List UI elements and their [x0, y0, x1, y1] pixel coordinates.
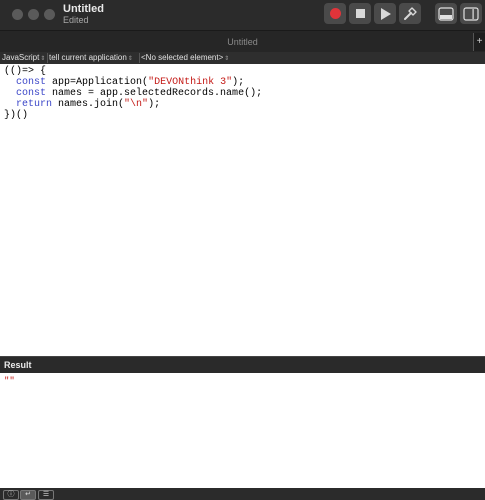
info-icon: ⓘ [7, 491, 15, 498]
play-icon [381, 7, 391, 20]
language-selector[interactable]: JavaScript⇕ [2, 53, 45, 63]
language-label: JavaScript [2, 53, 40, 62]
list-icon: ☰ [42, 491, 50, 498]
run-button[interactable] [374, 3, 396, 24]
target-selector[interactable]: tell current application⇕ [49, 53, 133, 63]
tab-title[interactable]: Untitled [0, 37, 485, 47]
code-line: })() [4, 110, 29, 121]
result-value: "" [4, 376, 15, 386]
code-line: const names = app.selectedRecords.name()… [16, 88, 263, 99]
hammer-icon [404, 6, 417, 20]
close-window-button[interactable] [12, 9, 23, 20]
record-icon [329, 8, 341, 19]
document-status: Edited [63, 15, 89, 25]
info-view-button[interactable]: ⓘ [3, 490, 19, 500]
compile-button[interactable] [399, 3, 421, 24]
log-view-button[interactable]: ☰ [38, 490, 54, 500]
code-area[interactable]: (()=> { const app=Application("DEVONthin… [4, 66, 481, 121]
code-line: (()=> { [4, 66, 47, 77]
show-log-button[interactable] [435, 3, 457, 24]
add-tab-button[interactable]: + [473, 33, 485, 51]
code-line: return names.join("\n"); [16, 99, 161, 110]
result-pane[interactable]: "" [0, 373, 485, 488]
panel-bottom-icon [438, 6, 454, 21]
code-line: const app=Application("DEVONthink 3"); [16, 77, 245, 88]
stop-button[interactable] [349, 3, 371, 24]
navigation-bar: JavaScript⇕ tell current application⇕ <N… [0, 52, 485, 64]
divider [47, 53, 48, 63]
panel-right-icon [463, 6, 479, 21]
element-selector[interactable]: <No selected element>⇕ [141, 53, 229, 63]
bottom-bar: ⓘ ↵ ☰ [0, 488, 485, 500]
result-header: Result [0, 356, 485, 373]
element-label: <No selected element> [141, 53, 224, 62]
result-title: Result [4, 360, 32, 370]
zoom-window-button[interactable] [44, 9, 55, 20]
script-editor[interactable]: (()=> { const app=Application("DEVONthin… [0, 64, 485, 356]
result-view-button[interactable]: ↵ [20, 490, 36, 500]
stop-icon [355, 9, 365, 18]
target-label: tell current application [49, 53, 127, 62]
chevron-updown-icon: ⇕ [127, 56, 133, 62]
return-arrow-icon: ↵ [25, 491, 31, 498]
chevron-updown-icon: ⇕ [40, 56, 46, 62]
tab-bar: Untitled + [0, 30, 485, 52]
minimize-window-button[interactable] [28, 9, 39, 20]
title-bar: Untitled Edited [0, 0, 485, 30]
divider [139, 53, 140, 63]
chevron-updown-icon: ⇕ [224, 56, 230, 62]
document-title: Untitled [63, 3, 104, 15]
record-button[interactable] [324, 3, 346, 24]
show-library-button[interactable] [460, 3, 482, 24]
